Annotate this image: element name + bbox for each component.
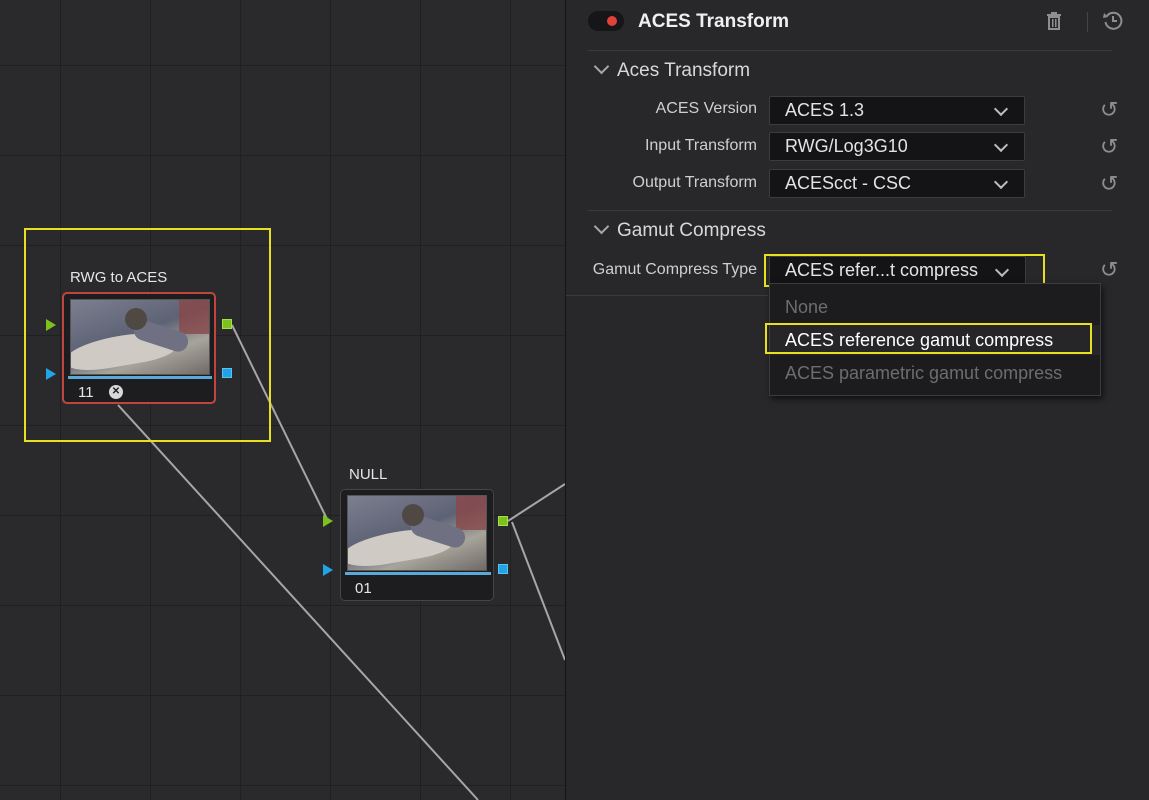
chevron-down-icon xyxy=(593,218,610,235)
trash-icon[interactable] xyxy=(1046,11,1062,35)
aces-version-select[interactable]: ACES 1.3 xyxy=(769,96,1025,125)
reset-all-icon[interactable] xyxy=(1102,10,1124,36)
toggle-on-indicator xyxy=(607,16,617,26)
divider xyxy=(588,50,1112,51)
node-graph[interactable]: RWG to ACES 11 ✕ NULL 01 xyxy=(0,0,565,800)
dropdown-option-aces-parametric-gamut-compress[interactable]: ACES parametric gamut compress xyxy=(785,363,1062,384)
chevron-down-icon xyxy=(993,137,1009,153)
divider xyxy=(1087,12,1088,32)
input-transform-label: Input Transform xyxy=(644,137,757,154)
highlight-box xyxy=(765,323,1092,354)
dropdown-option-none[interactable]: None xyxy=(785,297,828,318)
reset-icon[interactable]: ↺ xyxy=(1100,259,1118,281)
select-value: ACES 1.3 xyxy=(785,100,865,120)
panel-title: ACES Transform xyxy=(638,11,789,32)
divider xyxy=(588,210,1112,211)
section-gamut-compress[interactable]: Gamut Compress xyxy=(593,218,766,242)
reset-icon[interactable]: ↺ xyxy=(1100,136,1118,158)
connection-line xyxy=(507,483,565,522)
node-label: NULL xyxy=(349,466,388,483)
gamut-compress-type-label: Gamut Compress Type xyxy=(592,261,757,278)
node-progress-bar xyxy=(345,572,491,575)
select-value: RWG/Log3G10 xyxy=(785,136,908,156)
node-output-port[interactable] xyxy=(498,516,508,526)
aces-version-label: ACES Version xyxy=(655,100,757,117)
node-input-port[interactable] xyxy=(323,515,333,527)
connection-line xyxy=(117,404,479,800)
input-transform-select[interactable]: RWG/Log3G10 xyxy=(769,132,1025,161)
chevron-down-icon xyxy=(593,58,610,75)
node-key-output-port[interactable] xyxy=(498,564,508,574)
output-transform-label: Output Transform xyxy=(632,174,758,191)
section-header: Gamut Compress xyxy=(617,220,766,241)
node-key-input-port[interactable] xyxy=(323,564,333,576)
section-header: Aces Transform xyxy=(617,60,751,81)
divider xyxy=(566,295,768,296)
chevron-down-icon xyxy=(993,174,1009,190)
node-null[interactable]: 01 xyxy=(340,489,494,601)
reset-icon[interactable]: ↺ xyxy=(1100,99,1118,121)
node-thumbnail xyxy=(347,495,487,571)
node-number: 01 xyxy=(355,580,372,597)
effect-enable-toggle[interactable] xyxy=(588,11,624,31)
reset-icon[interactable]: ↺ xyxy=(1100,173,1118,195)
chevron-down-icon xyxy=(993,101,1009,117)
inspector-panel: ACES Transform Aces Transform ACES Versi… xyxy=(565,0,1149,800)
section-aces-transform[interactable]: Aces Transform xyxy=(593,58,751,82)
select-value: ACEScct - CSC xyxy=(785,173,912,193)
highlight-box xyxy=(24,228,271,442)
connection-line xyxy=(511,521,565,661)
output-transform-select[interactable]: ACEScct - CSC xyxy=(769,169,1025,198)
